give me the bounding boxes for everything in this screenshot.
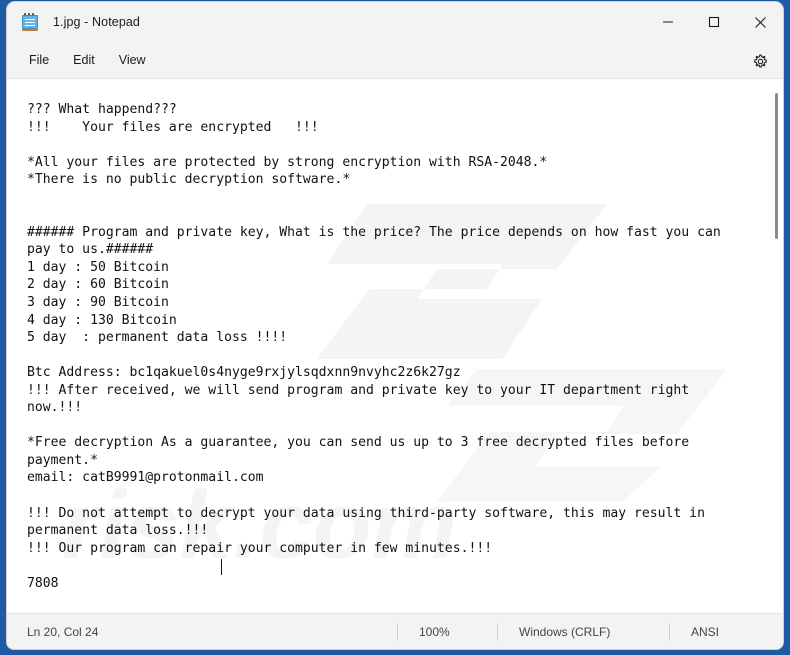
status-cursor-position: Ln 20, Col 24 xyxy=(27,624,99,639)
gear-icon xyxy=(753,54,767,67)
status-zoom-level[interactable]: 100% xyxy=(397,622,497,641)
notepad-icon xyxy=(22,13,38,31)
status-bar: Ln 20, Col 24 100% Windows (CRLF) ANSI xyxy=(7,613,783,649)
menu-bar: File Edit View xyxy=(7,42,783,79)
title-bar[interactable]: 1.jpg - Notepad xyxy=(7,2,783,42)
minimize-button[interactable] xyxy=(645,2,691,42)
status-line-ending[interactable]: Windows (CRLF) xyxy=(497,622,669,641)
close-button[interactable] xyxy=(737,2,783,42)
minimize-icon xyxy=(663,21,673,23)
status-encoding[interactable]: ANSI xyxy=(669,622,769,641)
close-icon xyxy=(754,16,766,28)
maximize-button[interactable] xyxy=(691,2,737,42)
vertical-scrollbar-thumb[interactable] xyxy=(775,93,778,239)
notepad-window: 1.jpg - Notepad File Edit View risk.com … xyxy=(7,2,783,649)
vertical-scrollbar[interactable] xyxy=(768,79,783,613)
editor-area[interactable]: risk.com ??? What happend??? !!! Your fi… xyxy=(7,79,783,613)
ransom-note-text[interactable]: ??? What happend??? !!! Your files are e… xyxy=(7,79,783,592)
desktop-background: 1.jpg - Notepad File Edit View risk.com … xyxy=(0,0,790,655)
menu-item-edit[interactable]: Edit xyxy=(61,48,107,72)
window-title: 1.jpg - Notepad xyxy=(53,15,140,29)
window-controls xyxy=(645,2,783,42)
maximize-icon xyxy=(708,16,720,28)
settings-button[interactable] xyxy=(747,48,773,74)
menu-item-view[interactable]: View xyxy=(107,48,158,72)
menu-item-file[interactable]: File xyxy=(17,48,61,72)
text-caret xyxy=(221,559,222,575)
